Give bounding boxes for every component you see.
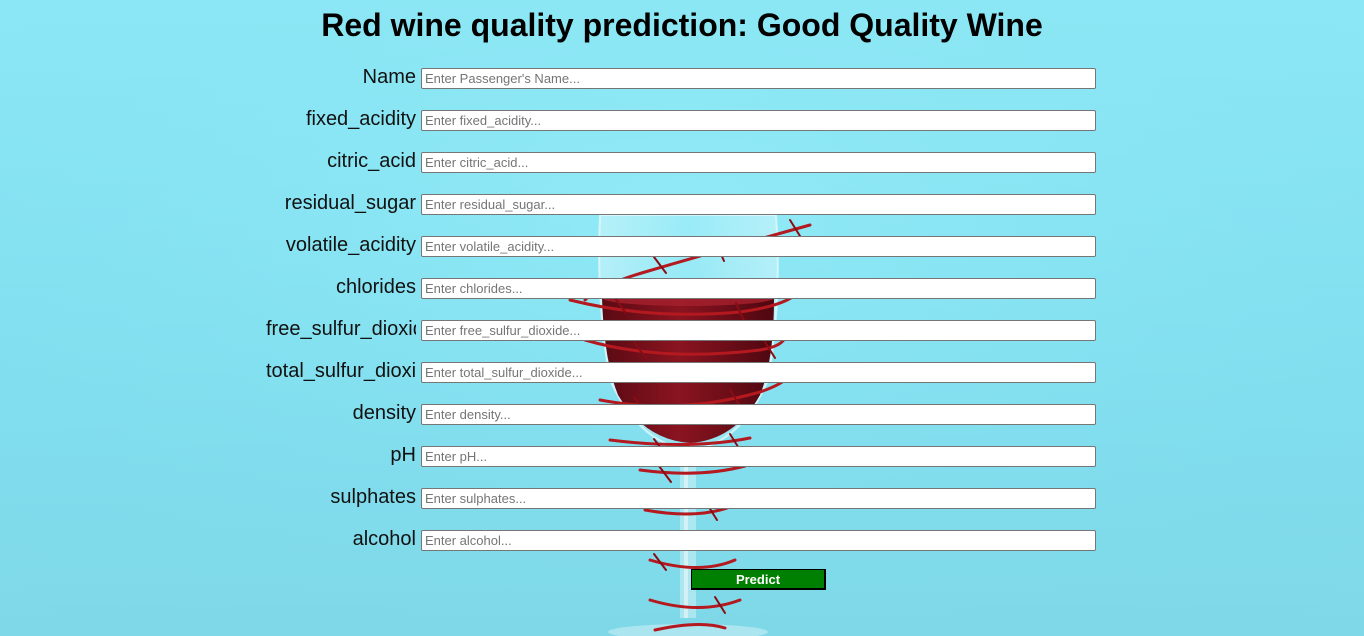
- field-input[interactable]: [421, 446, 1096, 467]
- form-row: density: [0, 402, 1364, 428]
- field-label: fixed_acidity: [305, 108, 416, 130]
- form-row: citric_acid: [0, 150, 1364, 176]
- predict-button[interactable]: Predict: [691, 569, 826, 590]
- field-label: free_sulfur_dioxide: [266, 318, 416, 340]
- field-input[interactable]: [421, 362, 1096, 383]
- form-row: total_sulfur_dioxide: [0, 360, 1364, 386]
- field-label: chlorides: [335, 276, 416, 298]
- field-input[interactable]: [421, 68, 1096, 89]
- field-input[interactable]: [421, 110, 1096, 131]
- field-input[interactable]: [421, 152, 1096, 173]
- form-row: fixed_acidity: [0, 108, 1364, 134]
- field-label: sulphates: [330, 486, 416, 508]
- form-row: sulphates: [0, 486, 1364, 512]
- field-label: alcohol: [352, 528, 416, 550]
- field-input[interactable]: [421, 278, 1096, 299]
- field-label: total_sulfur_dioxide: [266, 360, 416, 382]
- field-input[interactable]: [421, 530, 1096, 551]
- field-label: pH: [390, 444, 416, 466]
- field-input[interactable]: [421, 404, 1096, 425]
- form-row: volatile_acidity: [0, 234, 1364, 260]
- form-row: free_sulfur_dioxide: [0, 318, 1364, 344]
- field-input[interactable]: [421, 488, 1096, 509]
- field-input[interactable]: [421, 320, 1096, 341]
- form-row: pH: [0, 444, 1364, 470]
- field-label: citric_acid: [327, 150, 416, 172]
- form-row: residual_sugar: [0, 192, 1364, 218]
- field-label: Name: [362, 66, 416, 88]
- form-row: chlorides: [0, 276, 1364, 302]
- field-input[interactable]: [421, 236, 1096, 257]
- field-label: residual_sugar: [284, 192, 416, 214]
- form-row: alcohol: [0, 528, 1364, 554]
- field-label: volatile_acidity: [285, 234, 416, 256]
- field-input[interactable]: [421, 194, 1096, 215]
- wine-quality-form: Name fixed_acidity citric_acid residual_sug…: [0, 0, 1364, 636]
- field-label: density: [352, 402, 416, 424]
- form-row: Name: [0, 66, 1364, 92]
